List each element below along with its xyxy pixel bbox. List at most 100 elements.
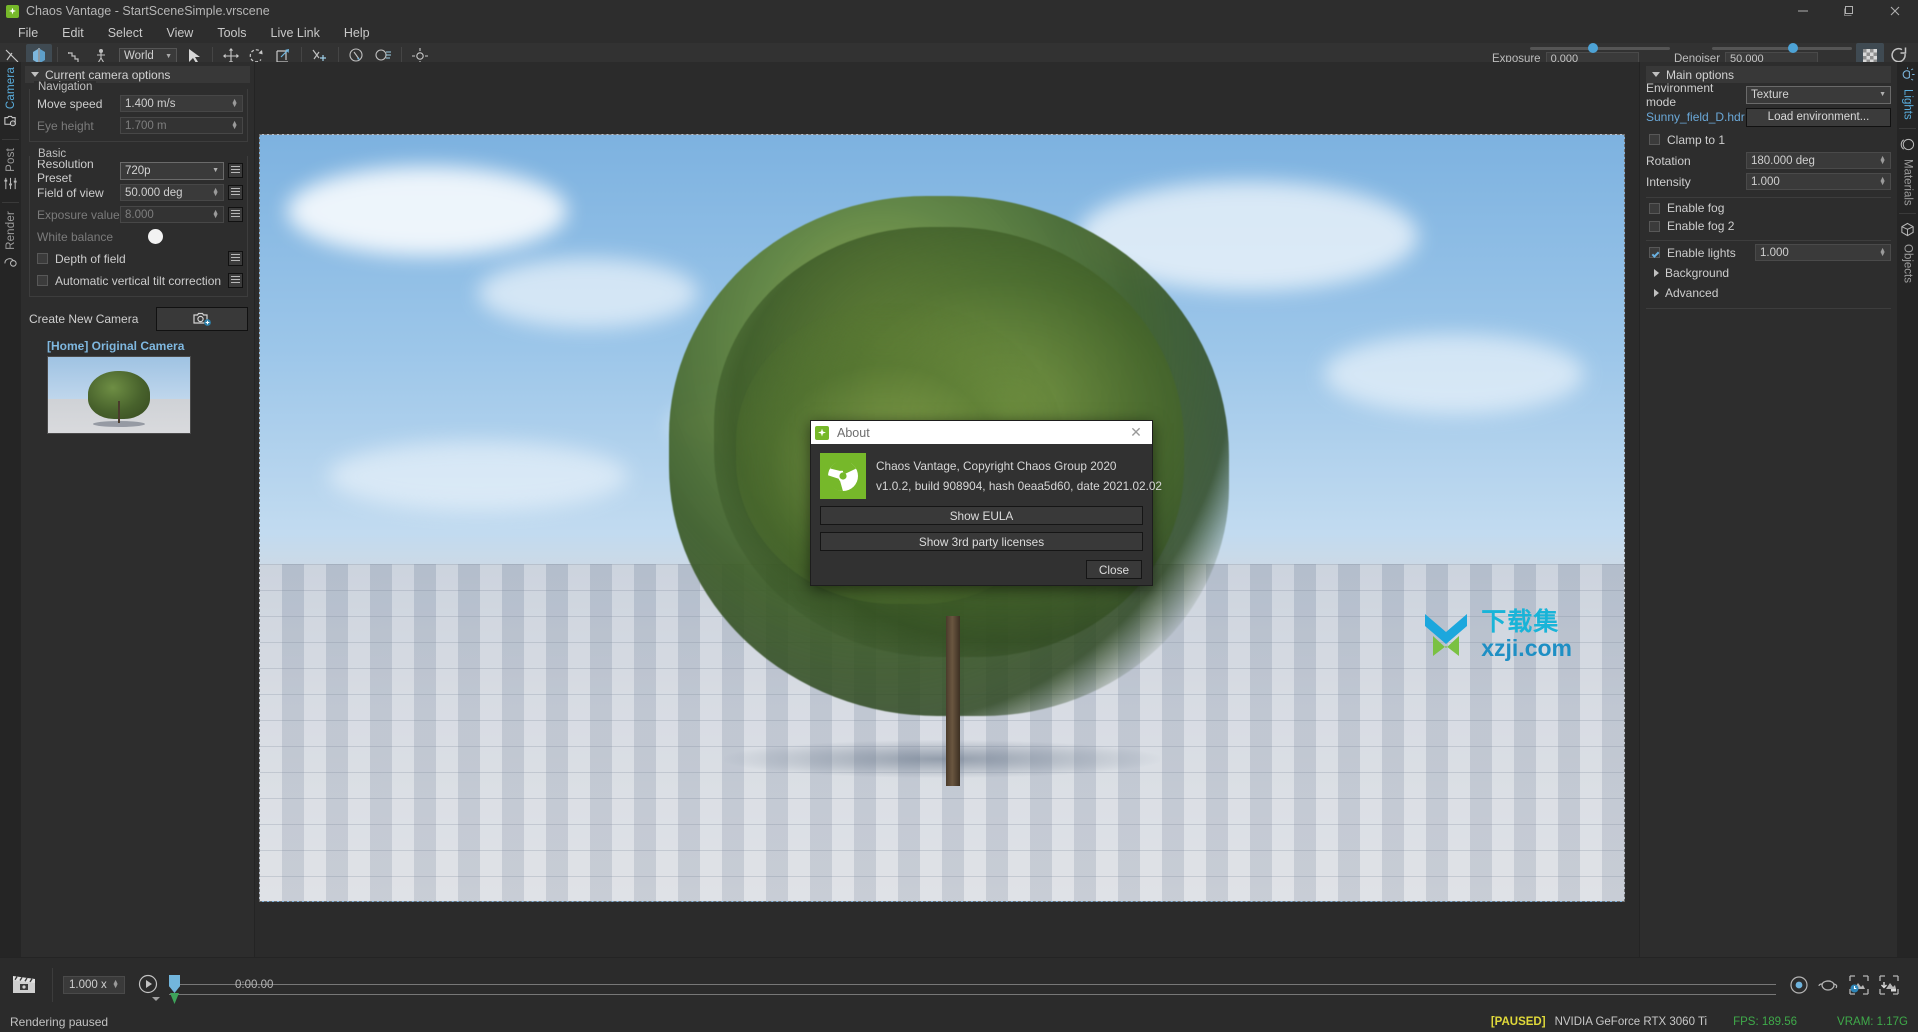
depth-of-field-options-button[interactable] — [228, 251, 243, 266]
white-balance-swatch[interactable] — [148, 229, 163, 244]
create-camera-row: Create New Camera — [29, 307, 248, 331]
eye-height-field[interactable]: 1.700 m ▲▼ — [120, 117, 243, 134]
title-bar: Chaos Vantage - StartSceneSimple.vrscene — [0, 0, 1918, 22]
timeline-separator — [52, 968, 53, 1002]
menu-view[interactable]: View — [154, 24, 205, 42]
thumbnail-tree-trunk — [118, 401, 120, 423]
enable-fog-checkbox[interactable] — [1649, 203, 1660, 214]
spinner-icon[interactable]: ▲▼ — [1879, 157, 1886, 165]
spinner-icon[interactable]: ▲▼ — [231, 122, 238, 130]
resolution-preset-value: 720p — [125, 165, 151, 177]
basic-group: Basic Resolution Preset 720p ▼ Field of … — [29, 156, 248, 297]
field-of-view-value: 50.000 deg — [125, 187, 183, 199]
sidebar-tab-render[interactable]: Render — [0, 206, 21, 277]
about-dialog-close-icon[interactable]: ✕ — [1128, 424, 1144, 441]
sidebar-tab-objects[interactable]: Objects — [1897, 217, 1918, 288]
minimize-button[interactable] — [1780, 0, 1826, 22]
animation-clapper-icon[interactable] — [8, 970, 42, 1000]
field-of-view-field[interactable]: 50.000 deg ▲▼ — [120, 184, 224, 201]
resolution-preset-row: Resolution Preset 720p ▼ — [34, 161, 243, 180]
rotation-label: Rotation — [1646, 154, 1746, 168]
sidebar-tab-post[interactable]: Post — [0, 143, 21, 199]
clamp-to-1-checkbox[interactable] — [1649, 134, 1660, 145]
spinner-icon[interactable]: ▲▼ — [212, 211, 219, 219]
exposure-slider[interactable] — [1530, 47, 1670, 50]
menu-tools[interactable]: Tools — [205, 24, 258, 42]
menu-help[interactable]: Help — [332, 24, 382, 42]
create-new-camera-button[interactable] — [156, 307, 248, 331]
environment-mode-select[interactable]: Texture ▼ — [1746, 86, 1891, 104]
resolution-preset-options-button[interactable] — [228, 163, 243, 178]
exposure-slider-thumb[interactable] — [1588, 43, 1598, 53]
advanced-expander[interactable]: Advanced — [1654, 284, 1891, 302]
spinner-icon[interactable]: ▲▼ — [212, 189, 219, 197]
enable-lights-field[interactable]: 1.000 ▲▼ — [1755, 244, 1891, 261]
sidebar-tab-materials[interactable]: Materials — [1897, 132, 1918, 211]
move-speed-value: 1.400 m/s — [125, 98, 176, 110]
denoiser-slider-thumb[interactable] — [1788, 43, 1798, 53]
status-message: Rendering paused — [10, 1015, 108, 1029]
enable-fog-2-checkbox[interactable] — [1649, 221, 1660, 232]
exposure-value-options-button[interactable] — [228, 207, 243, 222]
sidebar-tab-camera[interactable]: Camera — [0, 62, 21, 136]
exposure-value-field-camera[interactable]: 8.000 ▲▼ — [120, 206, 224, 223]
rotation-field[interactable]: 180.000 deg ▲▼ — [1746, 152, 1891, 169]
teapot-preview-icon[interactable] — [1814, 971, 1844, 999]
status-bar: Rendering paused [PAUSED] NVIDIA GeForce… — [0, 1012, 1918, 1032]
camera-thumbnail[interactable] — [47, 356, 191, 434]
enable-fog-2-row: Enable fog 2 — [1646, 218, 1891, 234]
window-controls — [1780, 0, 1918, 22]
maximize-button[interactable] — [1826, 0, 1872, 22]
timeline-scrubber[interactable]: 0:00.00 — [169, 967, 1776, 1003]
menu-live-link[interactable]: Live Link — [259, 24, 332, 42]
tab-label-post: Post — [5, 148, 17, 172]
playback-speed-field[interactable]: 1.000 x ▲▼ — [63, 976, 125, 994]
show-eula-button[interactable]: Show EULA — [820, 506, 1143, 525]
rotation-value: 180.000 deg — [1751, 155, 1815, 167]
load-environment-button[interactable]: Load environment... — [1746, 108, 1891, 127]
about-close-button[interactable]: Close — [1086, 560, 1142, 579]
denoiser-slider[interactable] — [1712, 47, 1852, 50]
chevron-down-icon: ▼ — [212, 167, 219, 174]
cube-icon — [1900, 222, 1915, 240]
menu-edit[interactable]: Edit — [50, 24, 96, 42]
menu-file[interactable]: File — [6, 24, 50, 42]
intensity-field[interactable]: 1.000 ▲▼ — [1746, 173, 1891, 190]
field-of-view-options-button[interactable] — [228, 185, 243, 200]
resolution-preset-select[interactable]: 720p ▼ — [120, 162, 224, 180]
about-version-line: v1.0.2, build 908904, hash 0eaa5d60, dat… — [876, 476, 1162, 496]
sidebar-tab-lights[interactable]: Lights — [1897, 62, 1918, 125]
panel-divider — [1646, 197, 1891, 198]
timeline-keyframe-marker[interactable] — [170, 993, 179, 1004]
play-button[interactable] — [137, 973, 161, 997]
spinner-icon[interactable]: ▲▼ — [231, 100, 238, 108]
record-keyframe-icon[interactable] — [1784, 971, 1814, 999]
auto-vertical-tilt-options-button[interactable] — [228, 273, 243, 288]
resolution-preset-label: Resolution Preset — [34, 157, 120, 185]
about-copyright-line: Chaos Vantage, Copyright Chaos Group 202… — [876, 456, 1162, 476]
window-title: Chaos Vantage - StartSceneSimple.vrscene — [26, 4, 270, 18]
move-speed-field[interactable]: 1.400 m/s ▲▼ — [120, 95, 243, 112]
enable-lights-checkbox[interactable] — [1649, 247, 1660, 258]
render-save-icon[interactable] — [1874, 971, 1904, 999]
eye-height-value: 1.700 m — [125, 120, 167, 132]
depth-of-field-checkbox[interactable] — [37, 253, 48, 264]
background-expander[interactable]: Background — [1654, 264, 1891, 282]
intensity-label: Intensity — [1646, 175, 1746, 189]
spinner-icon[interactable]: ▲▼ — [1879, 249, 1886, 257]
environment-file-name[interactable]: Sunny_field_D.hdr — [1646, 110, 1746, 124]
timeline-playhead[interactable] — [169, 975, 180, 993]
enable-lights-value: 1.000 — [1760, 247, 1789, 259]
menu-select[interactable]: Select — [96, 24, 155, 42]
spinner-icon[interactable]: ▲▼ — [1879, 178, 1886, 186]
spinner-icon[interactable]: ▲▼ — [112, 981, 119, 989]
status-gpu: NVIDIA GeForce RTX 3060 Ti — [1555, 1016, 1708, 1028]
show-3rd-party-licenses-button[interactable]: Show 3rd party licenses — [820, 532, 1143, 551]
auto-vertical-tilt-checkbox[interactable] — [37, 275, 48, 286]
auto-vertical-tilt-row: Automatic vertical tilt correction — [34, 271, 243, 290]
tab-label-lights: Lights — [1902, 89, 1914, 120]
navigation-group: Navigation Move speed 1.400 m/s ▲▼ Eye h… — [29, 89, 248, 142]
render-timed-icon[interactable] — [1844, 971, 1874, 999]
close-button[interactable] — [1872, 0, 1918, 22]
clamp-to-1-row: Clamp to 1 — [1646, 130, 1891, 149]
